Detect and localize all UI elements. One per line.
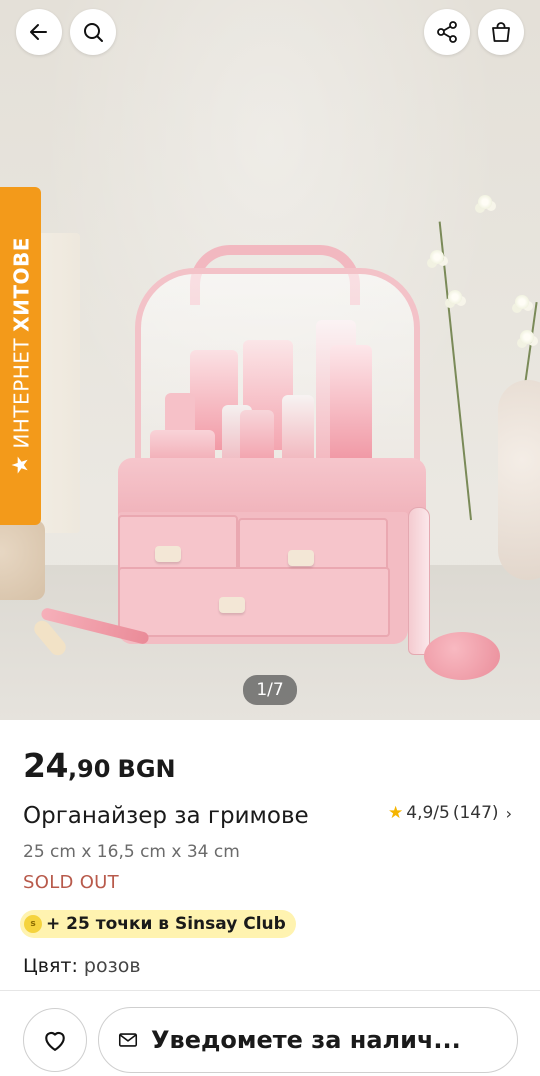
color-value: розов	[83, 955, 141, 977]
back-button[interactable]	[16, 9, 62, 55]
flower	[520, 330, 534, 344]
price-currency: BGN	[117, 755, 176, 783]
shopping-bag-icon	[492, 22, 510, 42]
price-decimal: ,90	[67, 755, 111, 783]
mail-icon	[118, 1033, 138, 1047]
search-icon	[84, 23, 103, 42]
notify-availability-button[interactable]: Уведомете за налич...	[98, 1007, 518, 1073]
star-icon: ★	[388, 803, 404, 823]
club-points-badge: s + 25 точки в Sinsay Club	[20, 910, 296, 938]
product-rating[interactable]: ★ 4,9/5 (147) ›	[388, 803, 512, 823]
badge-text-light: ИНТЕРНЕТ	[8, 337, 33, 449]
drawer	[118, 567, 390, 637]
share-icon	[437, 21, 457, 43]
drawer-knob	[288, 550, 314, 566]
divider	[0, 990, 540, 991]
price-integer: 24	[23, 746, 68, 785]
bottle	[330, 345, 372, 475]
product-dimensions: 25 cm x 16,5 cm x 34 cm	[23, 842, 240, 862]
rating-value: 4,9/5	[406, 803, 450, 823]
organizer-top	[118, 458, 426, 520]
search-button[interactable]	[70, 9, 116, 55]
heart-icon	[45, 1031, 65, 1051]
star-icon: ★	[7, 454, 33, 475]
vase	[498, 380, 540, 580]
badge-text-bold: ХИТОВЕ	[8, 237, 33, 332]
bestseller-badge: ★ ИНТЕРНЕТ ХИТОВЕ	[0, 187, 41, 525]
product-title: Органайзер за гримове	[23, 803, 309, 829]
chevron-right-icon: ›	[505, 803, 512, 823]
lipgloss	[408, 507, 430, 655]
product-color: Цвят: розов	[23, 955, 141, 977]
wishlist-button[interactable]	[23, 1008, 87, 1072]
flower	[515, 295, 529, 309]
availability-status: SOLD OUT	[23, 872, 119, 893]
share-button[interactable]	[424, 9, 470, 55]
powder-compact	[424, 632, 500, 680]
product-price: 24,90 BGN	[23, 746, 176, 785]
flower	[478, 195, 492, 209]
arrow-left-icon	[30, 24, 47, 40]
drawer-knob	[155, 546, 181, 562]
notify-button-label: Уведомете за налич...	[151, 1026, 461, 1054]
product-image-gallery[interactable]: ★ ИНТЕРНЕТ ХИТОВЕ 1/7	[0, 0, 540, 720]
image-counter: 1/7	[243, 675, 297, 705]
cart-button[interactable]	[478, 9, 524, 55]
flower	[430, 250, 444, 264]
lamp-base	[0, 520, 45, 600]
drawer-knob	[219, 597, 245, 613]
flower	[448, 290, 462, 304]
club-points-text: + 25 точки в Sinsay Club	[46, 914, 286, 934]
color-label: Цвят:	[23, 955, 78, 977]
review-count: (147)	[452, 803, 499, 823]
coin-icon: s	[24, 915, 42, 933]
